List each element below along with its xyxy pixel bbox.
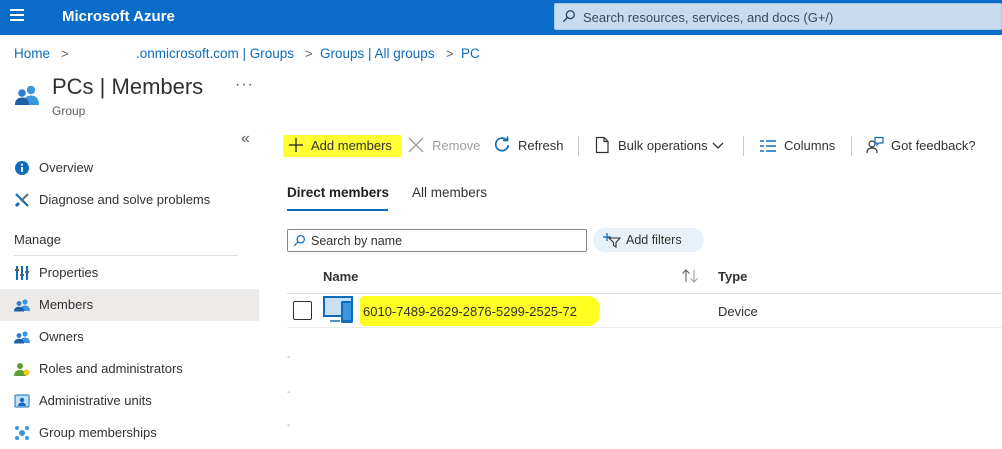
- more-options-button[interactable]: ···: [235, 76, 254, 94]
- sidebar-item-label: Members: [39, 297, 94, 312]
- tab-direct-members[interactable]: Direct members: [287, 185, 389, 200]
- breadcrumb-all-groups[interactable]: Groups | All groups: [320, 46, 435, 61]
- member-name-link[interactable]: 6010-7489-2629-2876-5299-2525-72: [360, 296, 600, 326]
- toolbar-divider: [743, 136, 744, 156]
- breadcrumb-pc[interactable]: PC: [461, 46, 480, 61]
- scroll-tick: -: [287, 352, 291, 363]
- member-type: Device: [718, 304, 758, 319]
- refresh-icon: [494, 136, 510, 152]
- group-icon: [15, 85, 39, 105]
- page-subtitle: Group: [52, 104, 86, 118]
- admin-units-icon: [14, 394, 30, 408]
- sidebar-section-manage: Manage: [14, 232, 61, 247]
- sidebar-item-members[interactable]: Members: [0, 289, 259, 321]
- search-icon: [293, 235, 305, 247]
- global-search-input[interactable]: [583, 7, 983, 27]
- sidebar-item-label: Roles and administrators: [39, 361, 183, 376]
- top-bar: Microsoft Azure: [0, 0, 1002, 35]
- tools-icon: [14, 193, 29, 208]
- sidebar-item-group-memberships[interactable]: Group memberships: [0, 417, 259, 449]
- column-header-name[interactable]: Name: [323, 269, 358, 284]
- remove-button[interactable]: Remove: [407, 135, 482, 157]
- chevron-down-icon: [712, 142, 724, 149]
- feedback-button[interactable]: Got feedback?: [866, 135, 978, 157]
- add-members-label: Add members: [311, 138, 392, 153]
- breadcrumb-groups[interactable]: .onmicrosoft.com | Groups: [136, 46, 294, 61]
- sidebar-item-diagnose[interactable]: Diagnose and solve problems: [0, 184, 259, 216]
- owners-icon: [14, 331, 30, 344]
- close-icon: [408, 137, 424, 153]
- hamburger-menu-icon[interactable]: [10, 9, 24, 21]
- members-icon: [14, 299, 30, 312]
- add-filters-button[interactable]: Add filters: [593, 228, 704, 252]
- search-icon: [562, 10, 575, 23]
- properties-icon: [15, 266, 29, 280]
- breadcrumb-separator: >: [61, 46, 69, 61]
- roles-icon: [14, 363, 30, 376]
- global-search[interactable]: [554, 3, 1002, 30]
- row-checkbox[interactable]: [293, 301, 312, 320]
- add-filter-icon: [603, 233, 621, 248]
- tab-all-members[interactable]: All members: [412, 185, 487, 200]
- feedback-icon: [866, 136, 884, 154]
- toolbar-divider: [578, 136, 579, 156]
- bulk-operations-label: Bulk operations: [618, 138, 708, 153]
- sort-icon[interactable]: [681, 269, 699, 283]
- breadcrumb-separator: >: [446, 46, 454, 61]
- device-icon: [323, 296, 353, 323]
- sidebar-item-overview[interactable]: Overview: [0, 152, 259, 184]
- group-memberships-icon: [15, 426, 29, 440]
- sidebar-item-label: Properties: [39, 265, 99, 280]
- section-divider: [14, 255, 238, 256]
- columns-label: Columns: [784, 138, 836, 153]
- header-divider: [287, 293, 1002, 294]
- scroll-tick: -: [287, 387, 291, 398]
- sidebar-item-owners[interactable]: Owners: [0, 321, 259, 353]
- sidebar-item-label: Administrative units: [39, 393, 152, 408]
- scroll-tick: -: [287, 420, 291, 431]
- member-search-input[interactable]: [311, 232, 581, 249]
- collapse-sidebar-button[interactable]: «: [241, 130, 250, 148]
- info-icon: [15, 161, 29, 175]
- row-divider: [287, 327, 1002, 328]
- plus-icon: [289, 138, 303, 152]
- refresh-label: Refresh: [518, 138, 564, 153]
- breadcrumb-separator: >: [305, 46, 313, 61]
- toolbar-divider: [851, 136, 852, 156]
- sidebar-item-administrative-units[interactable]: Administrative units: [0, 385, 259, 417]
- active-tab-indicator: [287, 209, 388, 211]
- columns-button[interactable]: Columns: [759, 135, 839, 157]
- sidebar-item-label: Overview: [39, 160, 94, 175]
- sidebar-item-properties[interactable]: Properties: [0, 257, 259, 289]
- add-filters-label: Add filters: [626, 233, 682, 247]
- remove-label: Remove: [432, 138, 481, 153]
- sidebar-item-label: Group memberships: [39, 425, 157, 440]
- refresh-button[interactable]: Refresh: [493, 135, 565, 157]
- sidebar-item-roles[interactable]: Roles and administrators: [0, 353, 259, 385]
- columns-icon: [760, 140, 776, 152]
- sidebar-item-label: Diagnose and solve problems: [39, 192, 211, 207]
- page-title: PCs | Members: [52, 74, 204, 99]
- portal-brand[interactable]: Microsoft Azure: [62, 8, 175, 25]
- breadcrumb-home[interactable]: Home: [14, 46, 50, 61]
- sidebar-item-label: Owners: [39, 329, 84, 344]
- feedback-label: Got feedback?: [891, 138, 976, 153]
- add-members-button[interactable]: Add members: [283, 135, 401, 157]
- document-icon: [595, 136, 609, 154]
- bulk-operations-button[interactable]: Bulk operations: [593, 135, 729, 157]
- column-header-type[interactable]: Type: [718, 269, 747, 284]
- member-search[interactable]: [287, 229, 587, 252]
